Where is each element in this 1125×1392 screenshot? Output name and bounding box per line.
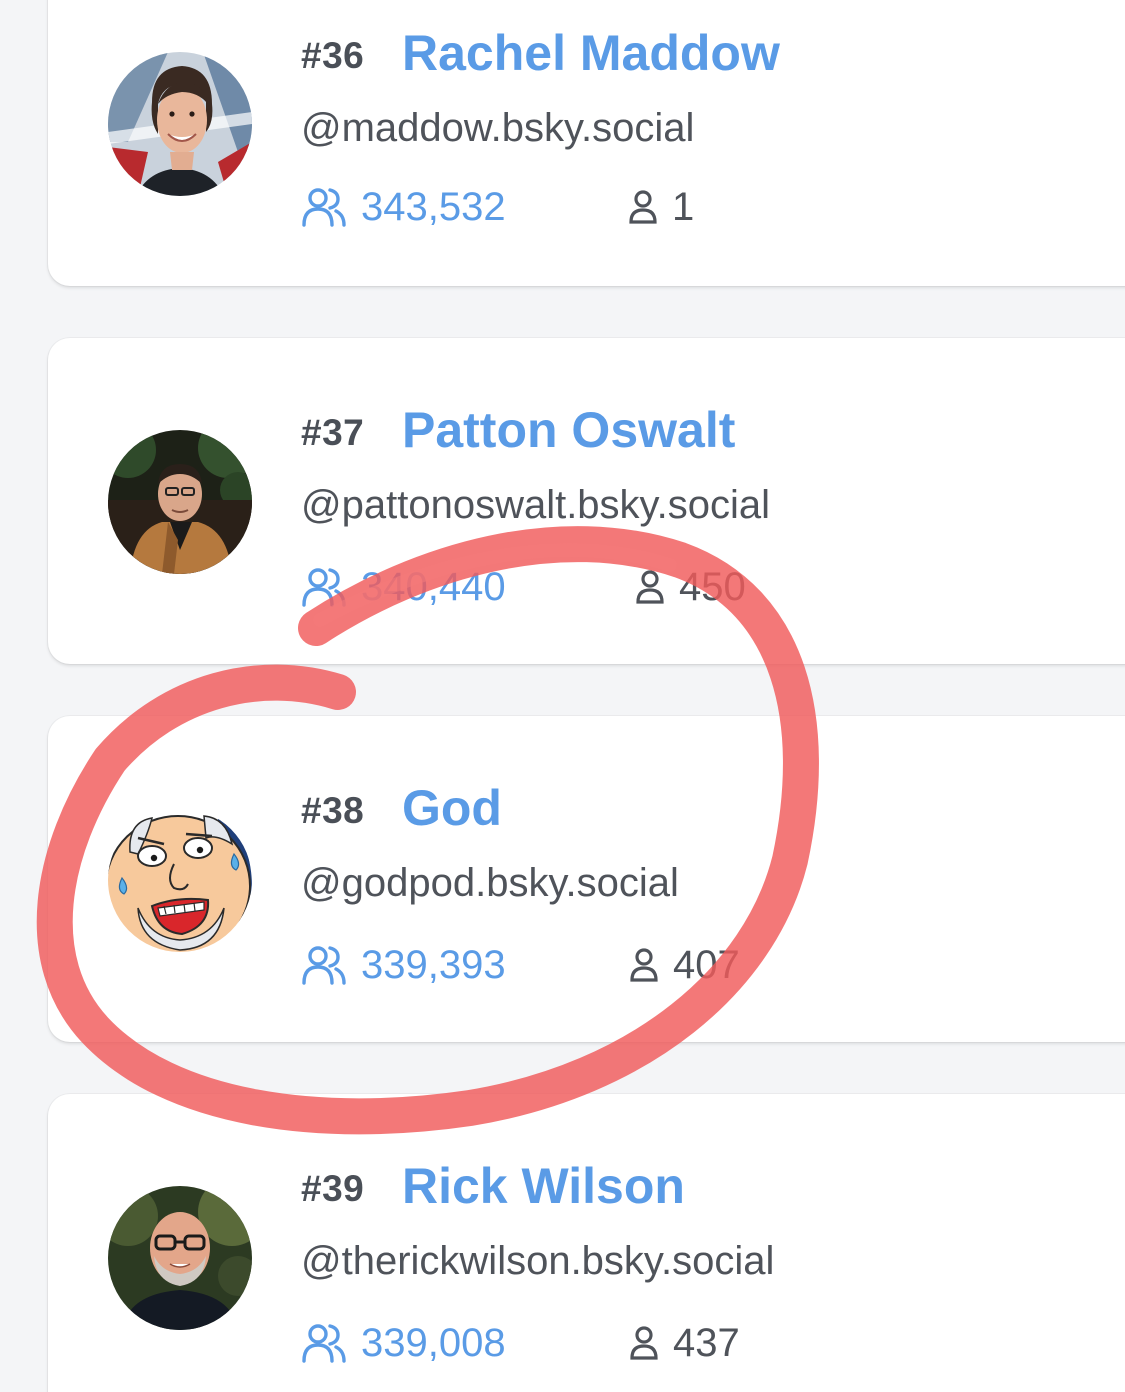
- handle: @therickwilson.bsky.social: [301, 1239, 775, 1283]
- patton-oswalt-avatar-icon: [108, 430, 252, 574]
- rank-label: #39: [301, 1168, 365, 1209]
- followers-count: 339,393: [361, 943, 506, 987]
- following-count: 437: [673, 1321, 740, 1365]
- leaderboard-page: #36 Rachel Maddow @maddow.bsky.social 34…: [0, 0, 1125, 1392]
- display-name[interactable]: Patton Oswalt: [402, 405, 735, 455]
- stats-row: 339,008 437: [301, 1321, 821, 1365]
- stats-row: 339,393 407: [301, 943, 821, 987]
- followers-count: 339,008: [361, 1321, 506, 1365]
- stats-row: 340,440 450: [301, 565, 821, 609]
- user-icon: [630, 1326, 658, 1360]
- rank-label: #36: [301, 35, 365, 76]
- display-name[interactable]: God: [402, 783, 502, 833]
- users-icon: [302, 568, 346, 607]
- rank-label: #37: [301, 412, 365, 453]
- stats-row: 343,532 1: [301, 185, 821, 229]
- user-icon: [636, 570, 664, 604]
- leaderboard-card-38[interactable]: #38 God @godpod.bsky.social 339,393 407: [48, 716, 1125, 1042]
- avatar[interactable]: [108, 430, 252, 574]
- leaderboard-card-37[interactable]: #37 Patton Oswalt @pattonoswalt.bsky.soc…: [48, 338, 1125, 664]
- following-count: 407: [673, 943, 740, 987]
- rank-label: #38: [301, 790, 365, 831]
- god-cartoon-avatar-icon: [108, 808, 252, 952]
- leaderboard-card-36[interactable]: #36 Rachel Maddow @maddow.bsky.social 34…: [48, 0, 1125, 286]
- handle: @maddow.bsky.social: [301, 106, 695, 150]
- followers-count: 343,532: [361, 185, 506, 229]
- rachel-maddow-avatar-icon: [108, 52, 252, 196]
- leaderboard-card-39[interactable]: #39 Rick Wilson @therickwilson.bsky.soci…: [48, 1094, 1125, 1392]
- display-name[interactable]: Rachel Maddow: [402, 28, 780, 78]
- rick-wilson-avatar-icon: [108, 1186, 252, 1330]
- user-icon: [629, 190, 657, 224]
- avatar[interactable]: [108, 808, 252, 952]
- handle: @godpod.bsky.social: [301, 861, 679, 905]
- user-icon: [630, 948, 658, 982]
- avatar[interactable]: [108, 1186, 252, 1330]
- avatar[interactable]: [108, 52, 252, 196]
- users-icon: [302, 1324, 346, 1363]
- handle: @pattonoswalt.bsky.social: [301, 483, 770, 527]
- users-icon: [302, 188, 346, 227]
- users-icon: [302, 946, 346, 985]
- following-count: 1: [672, 185, 695, 229]
- following-count: 450: [679, 565, 746, 609]
- display-name[interactable]: Rick Wilson: [402, 1161, 685, 1211]
- followers-count: 340,440: [361, 565, 506, 609]
